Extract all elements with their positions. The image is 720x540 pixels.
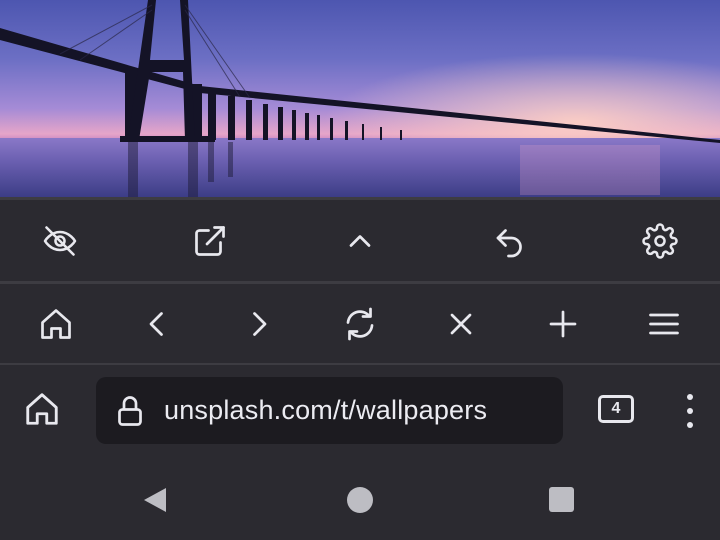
menu-button[interactable]	[628, 292, 700, 356]
stop-button[interactable]	[425, 292, 497, 356]
new-tab-button[interactable]	[527, 292, 599, 356]
url-text[interactable]: unsplash.com/t/wallpapers	[164, 395, 487, 426]
lock-icon	[118, 395, 142, 426]
toolbar-top	[0, 200, 720, 281]
hamburger-icon	[649, 313, 679, 334]
undo-icon	[496, 228, 522, 257]
undo-button[interactable]	[462, 209, 558, 273]
refresh-icon	[346, 307, 374, 340]
circle-home-icon[interactable]	[347, 487, 373, 513]
square-recents-icon[interactable]	[549, 487, 574, 512]
system-nav-bar	[0, 460, 720, 540]
eye-off-icon	[43, 225, 77, 256]
triangle-back-icon[interactable]	[141, 486, 169, 514]
home-icon	[41, 308, 71, 339]
gear-icon	[642, 222, 678, 259]
address-bar[interactable]: unsplash.com/t/wallpapers	[96, 377, 563, 444]
chevron-up-icon	[349, 234, 371, 247]
hide-toolbar-button[interactable]	[12, 209, 108, 273]
more-vertical-icon	[687, 394, 693, 428]
overflow-menu-button[interactable]	[666, 389, 714, 433]
close-icon	[450, 313, 472, 334]
home-button[interactable]	[20, 292, 92, 356]
toolbar-nav	[0, 284, 720, 363]
reload-button[interactable]	[324, 292, 396, 356]
scroll-up-button[interactable]	[312, 209, 408, 273]
forward-button[interactable]	[223, 292, 295, 356]
address-bar-row: unsplash.com/t/wallpapers 4	[0, 365, 720, 460]
chevron-left-icon	[149, 311, 164, 336]
wallpaper-photo	[0, 0, 720, 197]
settings-button[interactable]	[612, 209, 708, 273]
home-icon	[26, 393, 58, 425]
chevron-right-icon	[252, 311, 267, 336]
back-button[interactable]	[121, 292, 193, 356]
plus-icon	[549, 310, 576, 337]
tab-count-button[interactable]: 4	[598, 395, 634, 423]
open-external-button[interactable]	[162, 209, 258, 273]
external-link-icon	[195, 225, 225, 256]
browser-home-button[interactable]	[14, 381, 70, 437]
